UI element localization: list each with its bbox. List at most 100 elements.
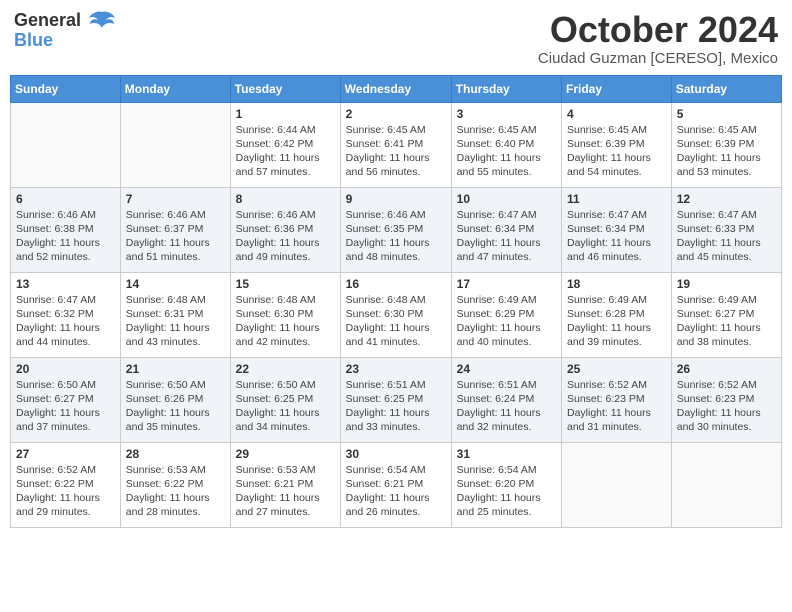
day-number: 8 [236, 192, 335, 206]
calendar-day-cell: 2 Sunrise: 6:45 AM Sunset: 6:41 PM Daylig… [340, 102, 451, 187]
calendar-day-cell: 19Sunrise: 6:49 AM Sunset: 6:27 PM Dayli… [671, 272, 781, 357]
day-of-week-header: Sunday [11, 75, 121, 102]
day-number: 1 [236, 107, 335, 121]
day-number: 2 [346, 107, 446, 121]
day-info: Sunrise: 6:49 AM Sunset: 6:28 PM Dayligh… [567, 293, 666, 350]
day-of-week-header: Tuesday [230, 75, 340, 102]
calendar-week-row: 6 Sunrise: 6:46 AM Sunset: 6:38 PM Daylig… [11, 187, 782, 272]
day-info: Sunrise: 6:49 AM Sunset: 6:29 PM Dayligh… [457, 293, 556, 350]
calendar-day-cell: 11Sunrise: 6:47 AM Sunset: 6:34 PM Dayli… [562, 187, 672, 272]
day-number: 13 [16, 277, 115, 291]
day-info: Sunrise: 6:50 AM Sunset: 6:26 PM Dayligh… [126, 378, 225, 435]
day-number: 31 [457, 447, 556, 461]
calendar-day-cell: 20Sunrise: 6:50 AM Sunset: 6:27 PM Dayli… [11, 357, 121, 442]
day-info: Sunrise: 6:45 AM Sunset: 6:39 PM Dayligh… [677, 123, 776, 180]
day-info: Sunrise: 6:46 AM Sunset: 6:38 PM Dayligh… [16, 208, 115, 265]
day-number: 4 [567, 107, 666, 121]
calendar-day-cell: 29 Sunrise: 6:53 AM Sunset: 6:21 PM Dayli… [230, 442, 340, 527]
calendar-day-cell: 22 Sunrise: 6:50 AM Sunset: 6:25 PM Dayli… [230, 357, 340, 442]
calendar-day-cell [562, 442, 672, 527]
day-info: Sunrise: 6:48 AM Sunset: 6:30 PM Dayligh… [236, 293, 335, 350]
location-title: Ciudad Guzman [CERESO], Mexico [538, 50, 778, 67]
calendar-day-cell: 1Sunrise: 6:44 AM Sunset: 6:42 PM Daylig… [230, 102, 340, 187]
calendar-day-cell: 12Sunrise: 6:47 AM Sunset: 6:33 PM Dayli… [671, 187, 781, 272]
month-title: October 2024 [538, 10, 778, 50]
calendar-day-cell: 31Sunrise: 6:54 AM Sunset: 6:20 PM Dayli… [451, 442, 561, 527]
calendar-day-cell: 10 Sunrise: 6:47 AM Sunset: 6:34 PM Dayli… [451, 187, 561, 272]
day-number: 3 [457, 107, 556, 121]
day-number: 5 [677, 107, 776, 121]
calendar-day-cell: 7 Sunrise: 6:46 AM Sunset: 6:37 PM Daylig… [120, 187, 230, 272]
day-of-week-header: Wednesday [340, 75, 451, 102]
day-number: 18 [567, 277, 666, 291]
calendar-day-cell [671, 442, 781, 527]
calendar-day-cell: 30Sunrise: 6:54 AM Sunset: 6:21 PM Dayli… [340, 442, 451, 527]
day-info: Sunrise: 6:45 AM Sunset: 6:39 PM Dayligh… [567, 123, 666, 180]
day-number: 22 [236, 362, 335, 376]
day-info: Sunrise: 6:48 AM Sunset: 6:31 PM Dayligh… [126, 293, 225, 350]
day-number: 17 [457, 277, 556, 291]
calendar-week-row: 27Sunrise: 6:52 AM Sunset: 6:22 PM Dayli… [11, 442, 782, 527]
day-info: Sunrise: 6:53 AM Sunset: 6:22 PM Dayligh… [126, 463, 225, 520]
day-of-week-header: Saturday [671, 75, 781, 102]
day-number: 23 [346, 362, 446, 376]
day-number: 6 [16, 192, 115, 206]
calendar-day-cell: 26 Sunrise: 6:52 AM Sunset: 6:23 PM Dayli… [671, 357, 781, 442]
day-number: 21 [126, 362, 225, 376]
calendar-day-cell [11, 102, 121, 187]
day-info: Sunrise: 6:52 AM Sunset: 6:23 PM Dayligh… [677, 378, 776, 435]
day-of-week-header: Monday [120, 75, 230, 102]
calendar-day-cell: 15 Sunrise: 6:48 AM Sunset: 6:30 PM Dayli… [230, 272, 340, 357]
calendar-day-cell: 3 Sunrise: 6:45 AM Sunset: 6:40 PM Daylig… [451, 102, 561, 187]
day-number: 11 [567, 192, 666, 206]
day-info: Sunrise: 6:53 AM Sunset: 6:21 PM Dayligh… [236, 463, 335, 520]
day-info: Sunrise: 6:51 AM Sunset: 6:24 PM Dayligh… [457, 378, 556, 435]
logo-text: General [14, 10, 116, 32]
calendar-table: SundayMondayTuesdayWednesdayThursdayFrid… [10, 75, 782, 528]
calendar-day-cell: 17 Sunrise: 6:49 AM Sunset: 6:29 PM Dayli… [451, 272, 561, 357]
day-number: 19 [677, 277, 776, 291]
day-of-week-header: Thursday [451, 75, 561, 102]
calendar-week-row: 20Sunrise: 6:50 AM Sunset: 6:27 PM Dayli… [11, 357, 782, 442]
day-number: 26 [677, 362, 776, 376]
day-info: Sunrise: 6:52 AM Sunset: 6:23 PM Dayligh… [567, 378, 666, 435]
calendar-day-cell: 9 Sunrise: 6:46 AM Sunset: 6:35 PM Daylig… [340, 187, 451, 272]
calendar-week-row: 1Sunrise: 6:44 AM Sunset: 6:42 PM Daylig… [11, 102, 782, 187]
day-number: 9 [346, 192, 446, 206]
day-number: 14 [126, 277, 225, 291]
logo: General Blue [14, 10, 116, 51]
calendar-day-cell [120, 102, 230, 187]
day-info: Sunrise: 6:48 AM Sunset: 6:30 PM Dayligh… [346, 293, 446, 350]
day-info: Sunrise: 6:46 AM Sunset: 6:35 PM Dayligh… [346, 208, 446, 265]
day-number: 12 [677, 192, 776, 206]
day-number: 7 [126, 192, 225, 206]
calendar-day-cell: 6 Sunrise: 6:46 AM Sunset: 6:38 PM Daylig… [11, 187, 121, 272]
calendar-day-cell: 23 Sunrise: 6:51 AM Sunset: 6:25 PM Dayli… [340, 357, 451, 442]
calendar-day-cell: 8 Sunrise: 6:46 AM Sunset: 6:36 PM Daylig… [230, 187, 340, 272]
day-info: Sunrise: 6:51 AM Sunset: 6:25 PM Dayligh… [346, 378, 446, 435]
day-info: Sunrise: 6:47 AM Sunset: 6:32 PM Dayligh… [16, 293, 115, 350]
day-number: 16 [346, 277, 446, 291]
day-number: 29 [236, 447, 335, 461]
calendar-day-cell: 13 Sunrise: 6:47 AM Sunset: 6:32 PM Dayli… [11, 272, 121, 357]
calendar-day-cell: 16 Sunrise: 6:48 AM Sunset: 6:30 PM Dayli… [340, 272, 451, 357]
day-info: Sunrise: 6:47 AM Sunset: 6:34 PM Dayligh… [457, 208, 556, 265]
day-info: Sunrise: 6:46 AM Sunset: 6:37 PM Dayligh… [126, 208, 225, 265]
day-number: 15 [236, 277, 335, 291]
day-info: Sunrise: 6:50 AM Sunset: 6:25 PM Dayligh… [236, 378, 335, 435]
day-number: 20 [16, 362, 115, 376]
calendar-day-cell: 5 Sunrise: 6:45 AM Sunset: 6:39 PM Daylig… [671, 102, 781, 187]
calendar-day-cell: 4 Sunrise: 6:45 AM Sunset: 6:39 PM Daylig… [562, 102, 672, 187]
calendar-day-cell: 24Sunrise: 6:51 AM Sunset: 6:24 PM Dayli… [451, 357, 561, 442]
logo-blue-text: Blue [14, 30, 116, 51]
logo-bird-icon [88, 10, 116, 32]
day-of-week-header: Friday [562, 75, 672, 102]
day-info: Sunrise: 6:45 AM Sunset: 6:41 PM Dayligh… [346, 123, 446, 180]
day-info: Sunrise: 6:54 AM Sunset: 6:21 PM Dayligh… [346, 463, 446, 520]
day-number: 27 [16, 447, 115, 461]
day-number: 28 [126, 447, 225, 461]
day-number: 10 [457, 192, 556, 206]
day-info: Sunrise: 6:46 AM Sunset: 6:36 PM Dayligh… [236, 208, 335, 265]
day-info: Sunrise: 6:45 AM Sunset: 6:40 PM Dayligh… [457, 123, 556, 180]
calendar-week-row: 13 Sunrise: 6:47 AM Sunset: 6:32 PM Dayli… [11, 272, 782, 357]
